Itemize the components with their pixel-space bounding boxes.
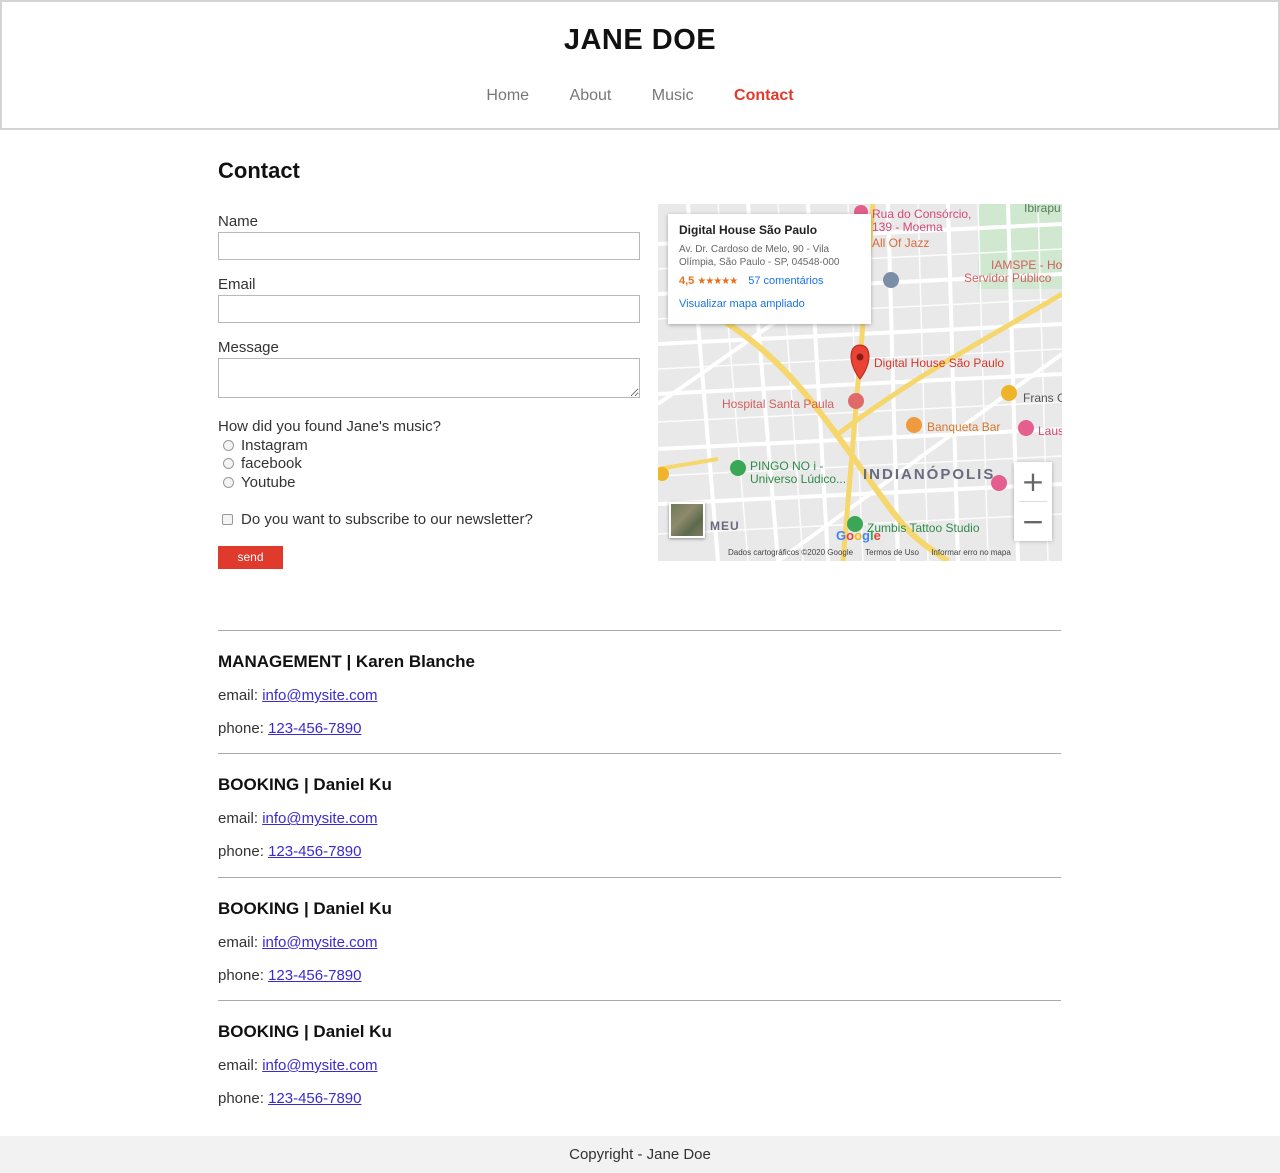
email-link[interactable]: info@mysite.com (262, 1057, 377, 1074)
radio-button[interactable] (223, 439, 234, 451)
radio-option-youtube[interactable]: Youtube (218, 473, 640, 492)
radio-label: facebook (241, 455, 302, 473)
contact-email-line: email: info@mysite.com (218, 687, 1061, 705)
contact-block: BOOKING | Daniel Ku email: info@mysite.c… (218, 999, 1061, 1123)
site-title: JANE DOE (563, 24, 717, 56)
phone-link[interactable]: 123-456-7890 (268, 967, 361, 984)
map-label: PINGO NO i - (750, 459, 824, 473)
satellite-toggle-thumbnail[interactable] (669, 502, 705, 538)
copyright-text: Copyright - Jane Doe (569, 1146, 711, 1163)
contact-block: MANAGEMENT | Karen Blanche email: info@m… (218, 630, 1061, 753)
message-label: Message (218, 339, 279, 356)
nav-contact[interactable]: Contact (734, 87, 794, 105)
name-label: Name (218, 213, 259, 230)
phone-prefix: phone: (218, 843, 264, 861)
email-label: Email (218, 276, 256, 293)
place-info-card: Digital House São Paulo Av. Dr. Cardoso … (668, 214, 871, 324)
main-nav: Home About Music Contact (2, 87, 1278, 105)
reviews-link[interactable]: 57 comentários (748, 275, 823, 287)
phone-prefix: phone: (218, 1089, 264, 1107)
google-logo: Google (836, 528, 881, 543)
radio-button[interactable] (223, 476, 234, 488)
map-label: Zumbis Tattoo Studio (867, 521, 980, 535)
place-rating-row: 4,5 ★★★★★ 57 comentários (679, 275, 860, 287)
contact-heading: MANAGEMENT | Karen Blanche (218, 652, 475, 671)
star-rating-icon: ★★★★★ (697, 276, 738, 287)
contact-heading: BOOKING | Daniel Ku (218, 1021, 392, 1041)
map-label: Digital House São Paulo (874, 356, 1005, 370)
map-label: Ibirapu (1024, 204, 1061, 215)
map-label: Hospital Santa Paula (722, 397, 835, 411)
contact-phone-line: phone: 123-456-7890 (218, 1090, 1061, 1108)
attribution-data: Dados cartográficos ©2020 Google (728, 548, 854, 557)
newsletter-checkbox[interactable] (222, 513, 233, 525)
newsletter-label: Do you want to subscribe to our newslett… (241, 510, 533, 528)
phone-prefix: phone: (218, 720, 264, 737)
embedded-map[interactable]: Rua do Consórcio, 139 - Moema All Of Jaz… (658, 204, 1062, 561)
place-address: Av. Dr. Cardoso de Melo, 90 - Vila Olímp… (679, 244, 840, 268)
phone-prefix: phone: (218, 966, 264, 984)
email-link[interactable]: info@mysite.com (262, 687, 377, 704)
email-prefix: email: (218, 1056, 259, 1074)
map-label: INDIANÓPOLIS (863, 466, 996, 483)
map-label: Laus (1038, 424, 1062, 438)
contact-phone-line: phone: 123-456-7890 (218, 967, 1061, 985)
enlarge-map-link[interactable]: Visualizar mapa ampliado (679, 298, 860, 310)
radio-label: Youtube (241, 473, 296, 491)
email-prefix: email: (218, 810, 259, 828)
email-prefix: email: (218, 687, 259, 704)
zoom-controls: + − (1014, 462, 1052, 541)
map-label: All Of Jazz (872, 236, 930, 250)
map-label: MEU (710, 519, 740, 533)
newsletter-option[interactable]: Do you want to subscribe to our newslett… (218, 511, 640, 528)
map-label: Servidor Público (964, 271, 1052, 285)
page-title: Contact (218, 158, 300, 183)
phone-link[interactable]: 123-456-7890 (268, 843, 361, 860)
map-label: Frans C (1023, 391, 1062, 405)
site-footer: Copyright - Jane Doe (0, 1136, 1280, 1173)
contact-email-line: email: info@mysite.com (218, 1057, 1061, 1075)
phone-link[interactable]: 123-456-7890 (268, 720, 361, 737)
contact-list: MANAGEMENT | Karen Blanche email: info@m… (218, 630, 1061, 1123)
nav-about[interactable]: About (570, 87, 612, 105)
email-field[interactable] (218, 295, 640, 323)
contact-form: Name Email Message How did you found Jan… (218, 212, 640, 569)
map-label: IAMSPE - Ho (991, 258, 1062, 272)
contact-block: BOOKING | Daniel Ku email: info@mysite.c… (218, 876, 1061, 1000)
radio-button[interactable] (223, 458, 234, 470)
map-label: Banqueta Bar (927, 420, 1001, 434)
contact-block: BOOKING | Daniel Ku email: info@mysite.c… (218, 753, 1061, 876)
contact-heading: BOOKING | Daniel Ku (218, 898, 392, 918)
name-field[interactable] (218, 232, 640, 260)
zoom-in-button[interactable]: + (1014, 462, 1052, 501)
map-attribution: Dados cartográficos ©2020 Google Termos … (728, 548, 1021, 557)
site-header: JANE DOE Home About Music Contact (0, 0, 1280, 130)
contact-phone-line: phone: 123-456-7890 (218, 720, 1061, 738)
nav-music[interactable]: Music (652, 87, 694, 105)
email-prefix: email: (218, 933, 259, 951)
report-error-link[interactable]: Informar erro no mapa (931, 548, 1011, 557)
message-field[interactable] (218, 358, 640, 398)
radio-label: Instagram (241, 436, 308, 454)
rating-value: 4,5 (679, 275, 695, 287)
map-label: 139 - Moema (872, 220, 943, 234)
radio-option-facebook[interactable]: facebook (218, 455, 640, 474)
phone-link[interactable]: 123-456-7890 (268, 1090, 361, 1107)
map-label: Rua do Consórcio, (872, 207, 972, 221)
nav-home[interactable]: Home (486, 87, 529, 105)
zoom-out-button[interactable]: − (1014, 502, 1052, 541)
contact-email-line: email: info@mysite.com (218, 934, 1061, 952)
source-question: How did you found Jane's music? (218, 418, 441, 435)
map-label: Universo Lúdico... (750, 472, 847, 486)
contact-heading: BOOKING | Daniel Ku (218, 775, 392, 795)
terms-link[interactable]: Termos de Uso (865, 548, 919, 557)
email-link[interactable]: info@mysite.com (262, 810, 377, 827)
send-button[interactable]: send (218, 545, 283, 569)
contact-phone-line: phone: 123-456-7890 (218, 843, 1061, 861)
email-link[interactable]: info@mysite.com (262, 934, 377, 951)
contact-email-line: email: info@mysite.com (218, 810, 1061, 828)
radio-option-instagram[interactable]: Instagram (218, 436, 640, 455)
place-name: Digital House São Paulo (679, 223, 818, 237)
